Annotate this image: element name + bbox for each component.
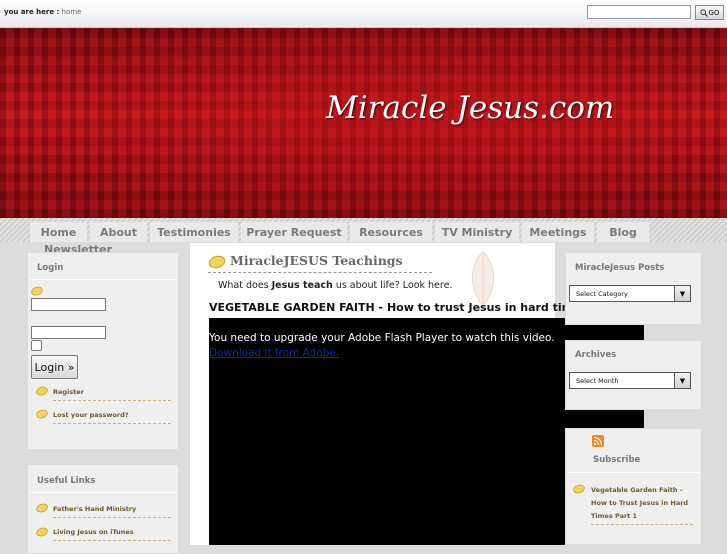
login-heading-divider [30, 279, 176, 280]
bullet-icon [36, 503, 48, 513]
posts-heading: MiracleJesus Posts [575, 263, 665, 273]
intro-text-bold: Jesus teach [271, 280, 333, 291]
nav-item-label: Blog [609, 225, 637, 239]
nav-item-about[interactable]: About [90, 222, 147, 242]
intro-text-after: us about life? Look here. [332, 280, 453, 291]
bullet-icon [36, 386, 48, 396]
search-icon [699, 8, 708, 17]
fathers-hand-ministry-link[interactable]: Father's Hand Ministry [53, 505, 136, 513]
link-divider [53, 400, 171, 401]
intro-text: What does Jesus teach us about life? Loo… [218, 280, 452, 291]
nav-item-meetings[interactable]: Meetings [522, 222, 594, 242]
title-divider [208, 272, 432, 273]
nav-item-prayer-request[interactable]: Prayer Request [241, 222, 347, 242]
useful-links-heading: Useful Links [37, 476, 96, 486]
link-divider [53, 517, 171, 518]
dropdown-arrow-icon: ▼ [674, 286, 690, 301]
nav-item-blog[interactable]: Blog [597, 222, 649, 242]
breadcrumb-home-link[interactable]: home [62, 8, 82, 16]
subscribe-post-link[interactable]: Vegetable Garden Faith – How to Trust Je… [591, 484, 695, 523]
link-divider [53, 540, 171, 541]
nav-item-label: About [99, 225, 138, 239]
bullet-icon [208, 255, 226, 269]
flash-upgrade-message: You need to upgrade your Adobe Flash Pla… [209, 332, 555, 344]
link-divider [53, 423, 171, 424]
login-heading: Login [37, 263, 64, 273]
intro-text-before: What does [218, 280, 272, 291]
living-jesus-itunes-link[interactable]: Living Jesus on iTunes [53, 528, 134, 536]
remember-me-checkbox[interactable] [31, 340, 42, 351]
lost-password-link[interactable]: Lost your password? [53, 411, 129, 419]
month-select-value: Select Month [576, 377, 619, 385]
subscribe-heading-divider [568, 472, 700, 473]
leaf-decoration-icon [472, 251, 494, 307]
top-bar: you are here : home GO [0, 0, 727, 28]
archives-heading: Archives [575, 350, 617, 360]
search-button[interactable]: GO [695, 5, 724, 20]
nav-item-testimonies[interactable]: Testimonies [150, 222, 238, 242]
nav-item-label: Meetings [529, 225, 587, 239]
rss-icon[interactable] [592, 435, 604, 447]
bullet-icon [573, 484, 585, 494]
category-select[interactable]: Select Category ▼ [569, 285, 691, 302]
nav-item-resources[interactable]: Resources [350, 222, 432, 242]
nav-item-label: Testimonies [157, 225, 231, 239]
header-banner: Miracle Jesus.com [0, 28, 727, 218]
useful-links-heading-divider [30, 492, 176, 493]
bullet-icon [31, 286, 43, 296]
flash-download-link[interactable]: Download it from Adobe. [209, 347, 339, 359]
video-title: VEGETABLE GARDEN FAITH - How to trust Je… [209, 301, 604, 314]
breadcrumb-prefix: you are here : [4, 8, 60, 16]
nav-item-label: Prayer Request [246, 225, 342, 239]
nav-item-label: Home [40, 225, 77, 239]
subscribe-heading: Subscribe [593, 455, 641, 465]
month-select[interactable]: Select Month ▼ [569, 372, 691, 389]
dropdown-arrow-icon: ▼ [674, 373, 690, 388]
login-widget [27, 252, 179, 450]
bullet-icon [36, 527, 48, 537]
login-button[interactable]: Login » [31, 355, 78, 379]
category-select-value: Select Category [576, 290, 628, 298]
breadcrumb: you are here : home [4, 8, 81, 16]
link-divider [591, 524, 693, 525]
username-field[interactable] [31, 298, 106, 311]
search-button-label: GO [708, 8, 720, 17]
search-input[interactable] [587, 5, 691, 19]
nav-item-label: Resources [359, 225, 423, 239]
bullet-icon [36, 409, 48, 419]
nav-item-label: TV Ministry [441, 225, 513, 239]
site-title[interactable]: Miracle Jesus.com [326, 90, 614, 126]
nav-item-tv-ministry[interactable]: TV Ministry [435, 222, 519, 242]
password-field[interactable] [31, 326, 106, 339]
register-link[interactable]: Register [53, 388, 84, 396]
section-title: MiracleJESUS Teachings [230, 253, 403, 268]
nav-item-home[interactable]: Home [30, 222, 87, 242]
